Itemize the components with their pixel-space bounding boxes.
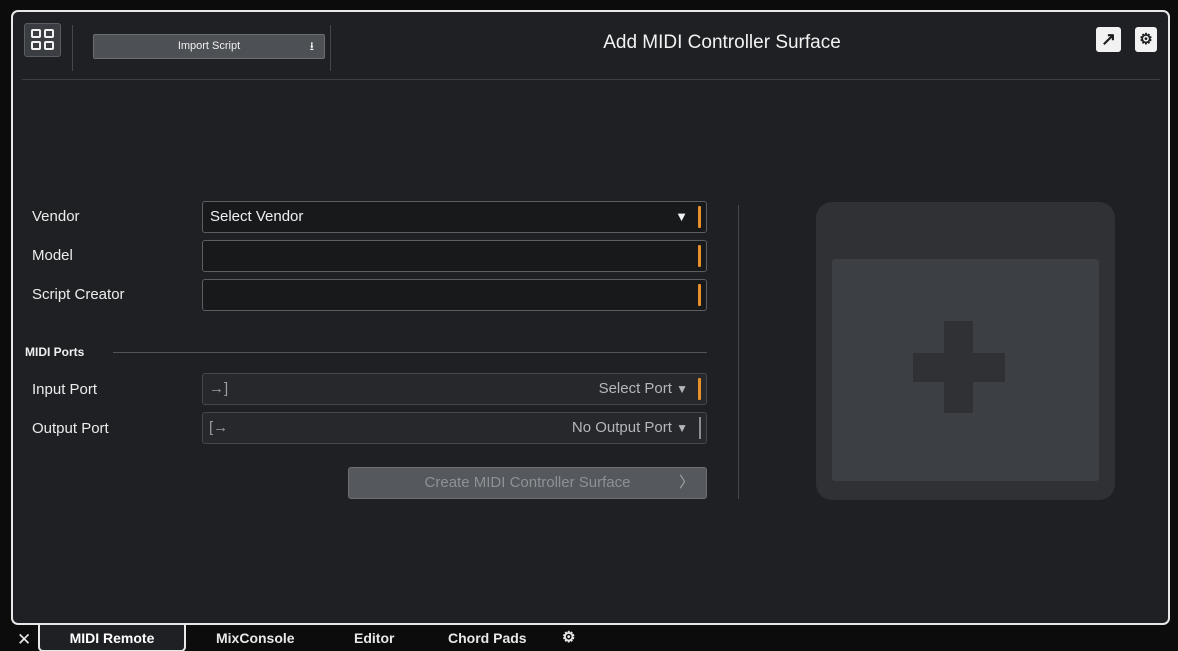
close-icon[interactable]: ✕ — [17, 629, 31, 651]
vendor-label: Vendor — [32, 208, 80, 225]
tab-settings-icon[interactable]: ⚙ — [562, 625, 575, 651]
output-port-select[interactable]: [→ No Output Port ▼ — [202, 412, 707, 444]
tab-midi-remote[interactable]: MIDI Remote — [38, 625, 186, 651]
dropdown-icon: ▼ — [676, 421, 688, 435]
required-indicator — [698, 245, 701, 267]
output-port-label: Output Port — [32, 420, 109, 437]
required-indicator — [698, 284, 701, 306]
input-port-label: Input Port — [32, 381, 98, 398]
settings-icon[interactable]: ⚙ — [1135, 27, 1157, 52]
open-external-icon[interactable]: ↗ — [1096, 27, 1121, 52]
create-button-label: Create MIDI Controller Surface — [424, 474, 631, 491]
midi-remote-panel: Import Script ⭳ Add MIDI Controller Surf… — [11, 10, 1170, 625]
vendor-select-value: Select Vendor — [210, 208, 304, 225]
tab-mixconsole[interactable]: MixConsole — [216, 625, 295, 651]
header-divider — [330, 25, 331, 71]
chevron-right-icon: 〉 — [678, 474, 694, 491]
layout-grid-button[interactable] — [24, 23, 61, 57]
required-indicator — [698, 206, 701, 228]
import-script-button[interactable]: Import Script ⭳ — [93, 34, 325, 59]
plus-icon-bar — [913, 353, 1005, 382]
grid-icon-cell — [44, 29, 54, 38]
input-port-value: Select Port ▼ — [598, 380, 688, 397]
input-port-select[interactable]: →] Select Port ▼ — [202, 373, 707, 405]
controller-surface-placeholder — [816, 202, 1115, 500]
section-divider — [113, 352, 707, 353]
dropdown-icon: ▼ — [675, 209, 688, 224]
model-label: Model — [32, 247, 73, 264]
tab-editor[interactable]: Editor — [354, 625, 394, 651]
import-script-label: Import Script — [177, 40, 241, 52]
midi-ports-heading: MIDI Ports — [25, 345, 85, 359]
output-port-icon: [→ — [209, 419, 229, 436]
grid-icon-cell — [31, 41, 41, 50]
model-field[interactable] — [202, 240, 707, 272]
input-port-icon: →] — [209, 380, 229, 397]
page-title: Add MIDI Controller Surface — [603, 32, 841, 53]
content-divider — [738, 205, 739, 499]
vendor-select[interactable]: Select Vendor ▼ — [202, 201, 707, 233]
header-divider — [72, 25, 73, 71]
grid-icon — [31, 29, 41, 38]
required-indicator — [698, 378, 701, 400]
grid-icon-cell — [44, 41, 54, 50]
script-creator-label: Script Creator — [32, 286, 125, 303]
dropdown-icon: ▼ — [676, 382, 688, 396]
port-indicator — [699, 417, 701, 439]
tab-chord-pads[interactable]: Chord Pads — [448, 625, 527, 651]
placeholder-body — [832, 259, 1099, 481]
output-port-value: No Output Port ▼ — [571, 419, 688, 436]
download-icon: ⭳ — [309, 39, 314, 53]
create-midi-controller-surface-button[interactable]: Create MIDI Controller Surface 〉 — [348, 467, 707, 499]
header-divider-line — [22, 79, 1160, 80]
script-creator-field[interactable] — [202, 279, 707, 311]
